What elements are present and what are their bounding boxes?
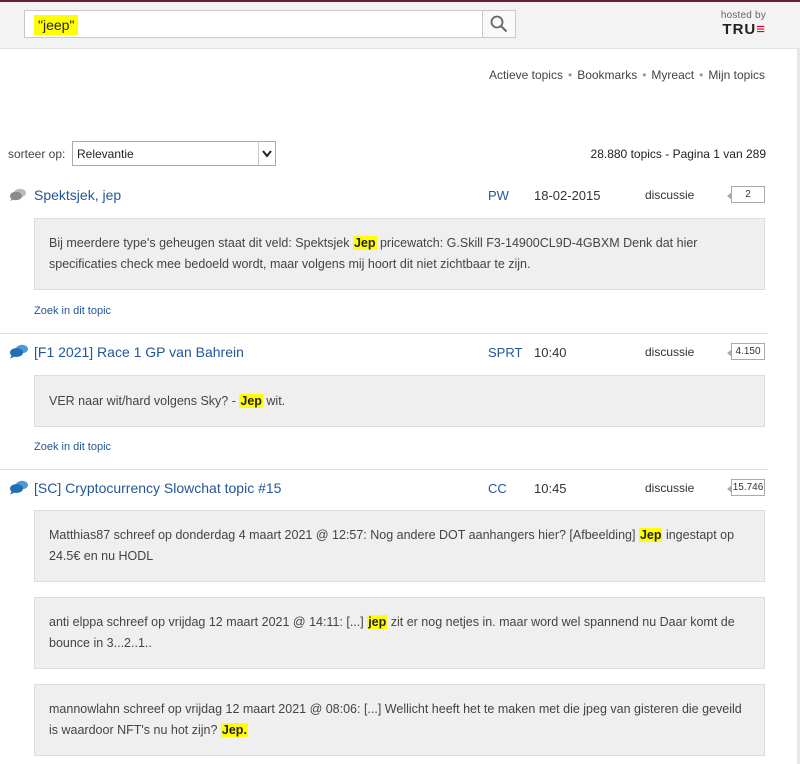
- search-input[interactable]: "jeep": [24, 10, 482, 38]
- search-in-topic-link[interactable]: Zoek in dit topic: [34, 305, 111, 317]
- chat-bubbles-blue-icon: [10, 344, 28, 359]
- snippet-text: VER naar wit/hard volgens Sky? - Jep wit…: [49, 391, 285, 412]
- search-hit-highlight: jep: [367, 615, 388, 629]
- hosted-by-block: hosted by TRU≡: [721, 10, 766, 38]
- snippet-text-before: mannowlahn schreef op vrijdag 12 maart 2…: [49, 702, 742, 737]
- true-logo-accent: ≡: [756, 21, 766, 38]
- hosted-by-label: hosted by: [720, 10, 766, 21]
- true-logo-text: TRU: [722, 21, 757, 38]
- chat-bubbles-blue-icon: [10, 480, 28, 495]
- topic-title[interactable]: [F1 2021] Race 1 GP van Bahrein: [34, 344, 244, 360]
- header-bar: "jeep" hosted by TRU≡: [0, 2, 800, 49]
- reply-count-badge: 2: [727, 186, 765, 203]
- snippet-text: Bij meerdere type's geheugen staat dit v…: [49, 233, 750, 275]
- search-snippet: Bij meerdere type's geheugen staat dit v…: [34, 218, 765, 290]
- topic-category[interactable]: PW: [488, 188, 509, 203]
- nav-bookmarks[interactable]: Bookmarks: [577, 68, 637, 82]
- topic-date: 10:40: [534, 345, 567, 360]
- snippet-text: anti elppa schreef op vrijdag 12 maart 2…: [49, 612, 750, 654]
- results-count: 28.880 topics - Pagina 1 van 289: [590, 147, 766, 161]
- reply-count-badge: 4.150: [727, 343, 765, 360]
- topic-nav: Actieve topics • Bookmarks • Myreact • Mijn to…: [489, 68, 765, 82]
- snippet-text-before: Matthias87 schreef op donderdag 4 maart …: [49, 528, 639, 542]
- search-hit-highlight: Jep: [638, 528, 663, 542]
- topic-type: discussie: [645, 188, 695, 202]
- chevron-down-icon: [258, 142, 275, 165]
- topic-divider: [0, 333, 768, 334]
- search-hit-highlight: Jep: [352, 236, 377, 250]
- snippet-text: Matthias87 schreef op donderdag 4 maart …: [49, 525, 750, 567]
- topic-title[interactable]: Spektsjek, jep: [34, 187, 121, 203]
- nav-myreact[interactable]: Myreact: [651, 68, 694, 82]
- snippet-text-before: VER naar wit/hard volgens Sky? -: [49, 393, 240, 408]
- reply-count-badge: 15.746: [727, 479, 765, 496]
- topic-date: 10:45: [534, 481, 567, 496]
- topic-category[interactable]: SPRT: [488, 345, 522, 360]
- snippet-text-before: anti elppa schreef op vrijdag 12 maart 2…: [49, 615, 368, 629]
- search-hit-highlight: Jep: [239, 393, 263, 408]
- search-in-topic-link[interactable]: Zoek in dit topic: [34, 441, 111, 453]
- snippet-text-before: Bij meerdere type's geheugen staat dit v…: [49, 236, 353, 250]
- search-snippet: mannowlahn schreef op vrijdag 12 maart 2…: [34, 684, 765, 756]
- topic-category[interactable]: CC: [488, 481, 507, 496]
- sort-label: sorteer op:: [8, 147, 66, 161]
- magnifier-icon: [490, 15, 508, 33]
- nav-active-topics[interactable]: Actieve topics: [489, 68, 563, 82]
- topic-date: 18-02-2015: [534, 188, 601, 203]
- search-hit-highlight: Jep.: [220, 723, 248, 737]
- sort-selected-value: Relevantie: [77, 147, 134, 161]
- chat-bubble-gray-icon: [10, 188, 26, 201]
- search-snippet: anti elppa schreef op vrijdag 12 maart 2…: [34, 597, 765, 669]
- topic-divider: [0, 469, 768, 470]
- snippet-text-after: wit.: [262, 393, 286, 408]
- nav-separator: •: [642, 68, 647, 82]
- nav-separator: •: [567, 68, 573, 82]
- nav-separator: •: [699, 68, 704, 82]
- snippet-text: mannowlahn schreef op vrijdag 12 maart 2…: [49, 699, 750, 741]
- search-snippet: Matthias87 schreef op donderdag 4 maart …: [34, 510, 765, 582]
- search-button[interactable]: [482, 10, 516, 38]
- topic-title[interactable]: [SC] Cryptocurrency Slowchat topic #15: [34, 480, 281, 496]
- search-query-text: "jeep": [34, 15, 79, 35]
- topic-type: discussie: [645, 345, 695, 359]
- nav-my-topics[interactable]: Mijn topics: [708, 68, 765, 82]
- true-logo[interactable]: TRU≡: [721, 21, 766, 38]
- topic-type: discussie: [645, 481, 695, 495]
- sort-select[interactable]: Relevantie: [72, 141, 276, 166]
- search-snippet: VER naar wit/hard volgens Sky? - Jep wit…: [34, 375, 765, 427]
